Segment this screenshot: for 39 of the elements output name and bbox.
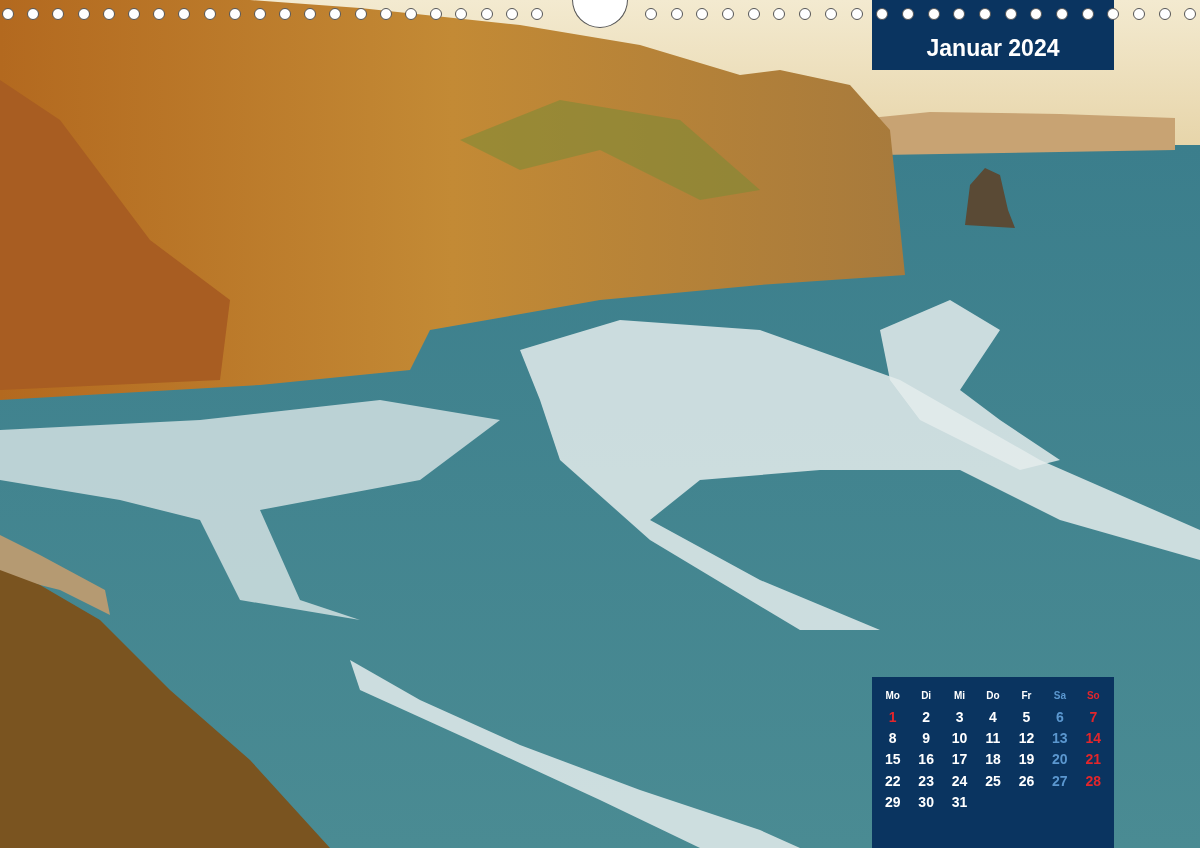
day-number: 26 [1018,772,1035,789]
day-number: 28 [1085,772,1102,789]
day-number: 2 [922,708,931,725]
weekday-label: Mo [885,690,900,702]
day-number: 27 [1052,772,1068,789]
day-number: 23 [918,772,934,789]
weekday-label: Di [921,690,932,702]
day-number: 6 [1055,708,1064,725]
day-number: 14 [1085,729,1102,746]
weekday-label: Mi [954,690,966,702]
day-number: 18 [985,751,1001,768]
day-number: 30 [918,793,934,810]
day-number: 21 [1085,751,1102,768]
month-title: Januar 2024 [926,35,1060,61]
day-number: 4 [989,708,997,725]
day-number: 24 [951,772,968,789]
day-number: 8 [888,729,897,746]
day-number: 20 [1052,751,1068,768]
day-number: 29 [884,793,901,810]
day-number: 3 [955,708,964,725]
day-number: 12 [1018,729,1035,746]
day-number: 5 [1022,708,1031,725]
weekday-label: So [1086,690,1100,702]
day-number: 19 [1018,751,1035,768]
weekday-label: Do [986,690,1000,702]
day-number: 9 [922,729,931,746]
weekday-label: Sa [1053,690,1066,702]
day-number: 31 [951,793,968,810]
day-number: 10 [951,729,968,746]
day-number: 1 [888,708,897,725]
day-number: 11 [985,729,1001,746]
day-number: 15 [884,751,901,768]
day-number: 7 [1089,708,1098,725]
weekday-label: Fr [1021,690,1032,702]
day-number: 16 [918,751,934,768]
day-number: 22 [884,772,901,789]
day-number: 25 [985,772,1001,789]
day-number: 17 [951,751,968,768]
day-number: 13 [1052,729,1068,746]
